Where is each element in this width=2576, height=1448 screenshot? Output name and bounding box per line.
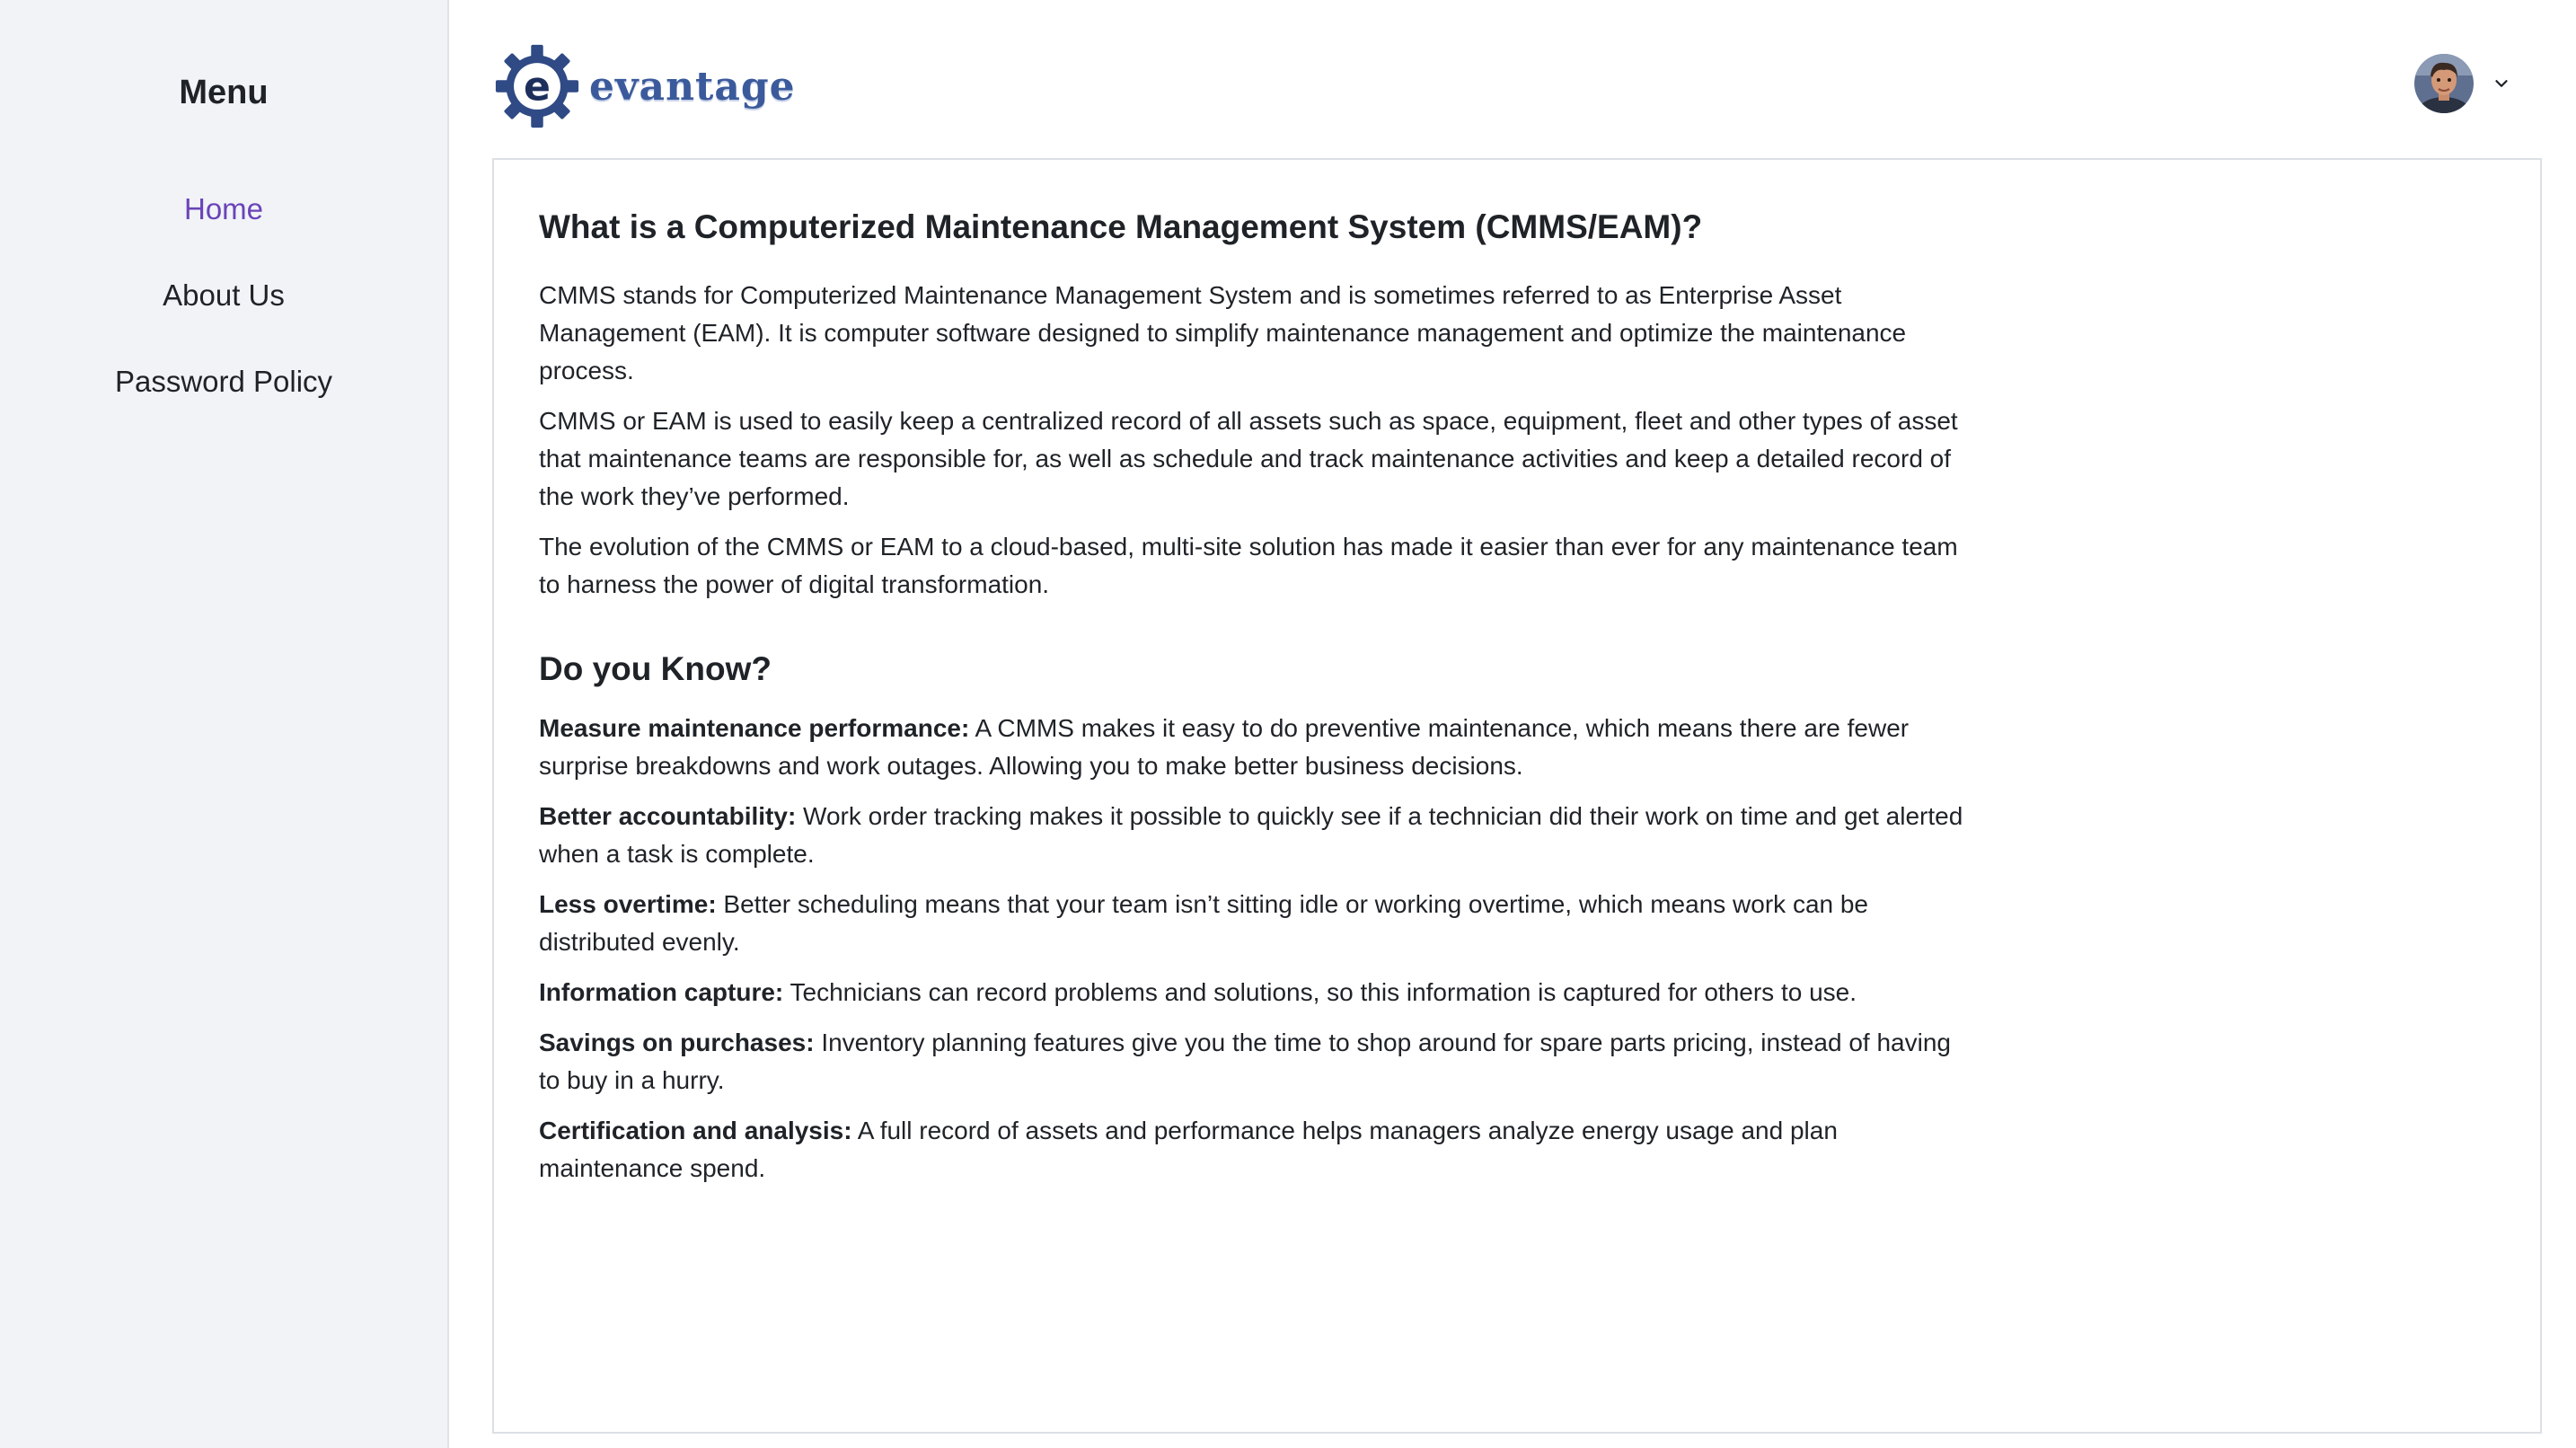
fact-text: Technicians can record problems and solu… [783, 977, 1857, 1006]
section-title: Do you Know? [539, 649, 772, 687]
svg-text:e: e [524, 64, 551, 110]
intro-paragraph-2: CMMS or EAM is used to easily keep a cen… [539, 406, 1958, 510]
fact-text: Better scheduling means that your team i… [539, 889, 1869, 956]
app-logo[interactable]: e evantage [494, 43, 796, 129]
article: What is a Computerized Maintenance Manag… [539, 205, 1967, 1200]
fact-item: Savings on purchases: Inventory planning… [539, 1024, 1967, 1099]
fact-term: Information capture: [539, 977, 784, 1006]
sidebar-item-about-us[interactable]: About Us [0, 278, 447, 313]
content-card: What is a Computerized Maintenance Manag… [492, 158, 2542, 1434]
fact-term: Less overtime: [539, 889, 717, 918]
sidebar-item-home[interactable]: Home [0, 192, 447, 226]
fact-item: Better accountability: Work order tracki… [539, 798, 1967, 873]
fact-term: Measure maintenance performance: [539, 713, 970, 742]
sidebar: Menu Home About Us Password Policy [0, 0, 449, 1448]
page-title: What is a Computerized Maintenance Manag… [539, 208, 1703, 245]
intro-paragraph-1: CMMS stands for Computerized Maintenance… [539, 280, 1907, 384]
fact-term: Better accountability: [539, 801, 797, 830]
fact-item: Measure maintenance performance: A CMMS … [539, 710, 1967, 785]
fact-item: Certification and analysis: A full recor… [539, 1112, 1967, 1188]
chevron-down-icon[interactable] [2492, 74, 2511, 93]
user-menu[interactable] [2414, 54, 2511, 113]
fact-item: Less overtime: Better scheduling means t… [539, 886, 1967, 961]
logo-text: evantage [589, 63, 796, 110]
menu-title: Menu [179, 74, 269, 111]
fact-term: Savings on purchases: [539, 1028, 815, 1056]
intro-paragraph-3: The evolution of the CMMS or EAM to a cl… [539, 532, 1958, 598]
user-avatar[interactable] [2414, 54, 2474, 113]
fact-term: Certification and analysis: [539, 1116, 852, 1144]
fact-item: Information capture: Technicians can rec… [539, 974, 1967, 1011]
logo-gear-icon: e [495, 44, 579, 128]
sidebar-item-password-policy[interactable]: Password Policy [0, 365, 447, 399]
